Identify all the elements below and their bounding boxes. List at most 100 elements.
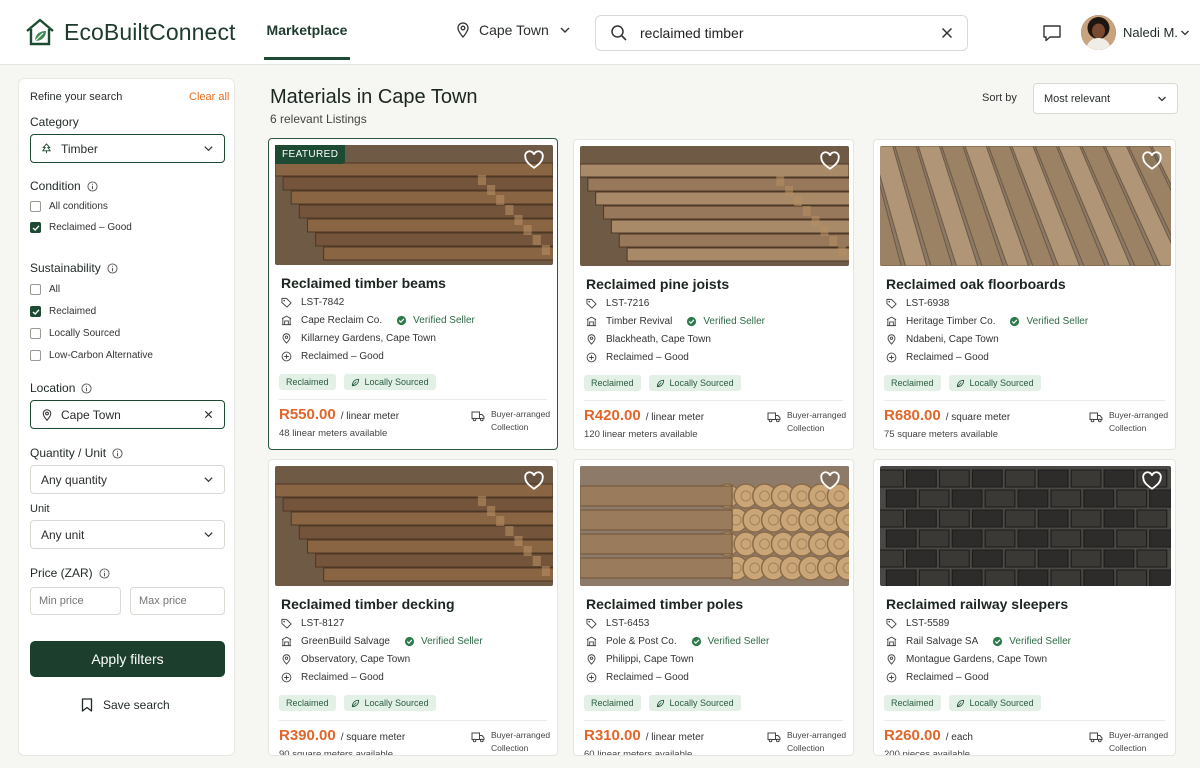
favorite-heart-icon[interactable] xyxy=(819,150,841,172)
checkbox[interactable] xyxy=(30,350,41,361)
checkbox[interactable] xyxy=(30,222,41,233)
condition-option-reclaimed-good[interactable]: Reclaimed – Good xyxy=(30,222,132,233)
listing-price: R680.00 xyxy=(884,407,941,424)
location-label: Location xyxy=(30,381,92,395)
category-select-value: Timber xyxy=(61,141,98,156)
page-title: Materials in Cape Town xyxy=(270,86,478,108)
tag-icon xyxy=(586,618,597,629)
checkbox[interactable] xyxy=(30,201,41,212)
quantity-select[interactable]: Any quantity xyxy=(30,465,225,494)
listing-location: Philippi, Cape Town xyxy=(606,654,694,665)
house-leaf-icon xyxy=(26,18,54,46)
search-input[interactable] xyxy=(640,25,941,41)
clear-location-icon[interactable] xyxy=(203,409,214,420)
verified-label: Verified Seller xyxy=(1026,316,1089,327)
seller-name[interactable]: GreenBuild Salvage xyxy=(301,636,390,647)
listing-card[interactable]: FEATURED Reclaimed timber beams LST-7842 Ca… xyxy=(268,138,558,450)
info-icon[interactable] xyxy=(112,447,123,459)
listing-title[interactable]: Reclaimed pine joists xyxy=(586,276,729,292)
checkbox[interactable] xyxy=(30,284,41,295)
listing-image[interactable] xyxy=(580,146,849,266)
sort-select[interactable]: Most relevant xyxy=(1033,83,1178,114)
seller-name[interactable]: Timber Revival xyxy=(606,316,672,327)
chat-icon[interactable] xyxy=(1042,23,1062,43)
seller-name[interactable]: Rail Salvage SA xyxy=(906,636,978,647)
listing-title[interactable]: Reclaimed timber decking xyxy=(281,596,455,612)
sustainability-option-reclaimed[interactable]: Reclaimed xyxy=(30,306,96,317)
sustainability-option-all[interactable]: All xyxy=(30,284,60,295)
info-icon[interactable] xyxy=(99,567,110,579)
favorite-heart-icon[interactable] xyxy=(1141,150,1163,172)
seller-name[interactable]: Pole & Post Co. xyxy=(606,636,677,647)
apply-filters-button[interactable]: Apply filters xyxy=(30,641,225,677)
listing-card[interactable]: Reclaimed pine joists LST-7216 Timber Revi… xyxy=(573,139,854,450)
divider xyxy=(279,399,547,400)
tag-locally-sourced: Locally Sourced xyxy=(648,375,741,391)
chevron-down-icon xyxy=(204,532,213,538)
favorite-heart-icon[interactable] xyxy=(523,470,545,492)
logo[interactable]: EcoBuiltConnect xyxy=(24,16,236,48)
location-input[interactable]: Cape Town xyxy=(30,400,225,429)
seller-name[interactable]: Cape Reclaim Co. xyxy=(301,315,382,326)
listing-image[interactable] xyxy=(580,466,849,586)
info-icon[interactable] xyxy=(107,262,118,274)
collection-info: Buyer-arranged Collection xyxy=(767,729,846,755)
listing-id: LST-8127 xyxy=(301,618,345,629)
listing-location: Ndabeni, Cape Town xyxy=(906,334,999,345)
max-price-input[interactable] xyxy=(130,587,225,615)
category-select[interactable]: Timber xyxy=(30,134,225,163)
listing-card[interactable]: Reclaimed railway sleepers LST-5589 Rail S… xyxy=(873,459,1176,756)
seller-name[interactable]: Heritage Timber Co. xyxy=(906,316,995,327)
listing-tags: Reclaimed Locally Sourced xyxy=(884,695,1049,711)
listing-card[interactable]: Reclaimed timber poles LST-6453 Pole & Pos… xyxy=(573,459,854,756)
unit-select[interactable]: Any unit xyxy=(30,520,225,549)
avatar[interactable] xyxy=(1081,15,1116,50)
listing-image[interactable] xyxy=(880,146,1171,266)
tab-marketplace[interactable]: Marketplace xyxy=(264,0,350,60)
app-name: EcoBuiltConnect xyxy=(64,18,236,45)
favorite-heart-icon[interactable] xyxy=(523,149,545,171)
store-icon xyxy=(281,636,292,647)
listing-id-row: LST-6453 xyxy=(586,618,649,629)
clear-search-icon[interactable] xyxy=(941,27,953,39)
user-avatar-icon xyxy=(1081,15,1116,50)
condition-option-all[interactable]: All conditions xyxy=(30,201,108,212)
listing-image[interactable] xyxy=(880,466,1171,586)
info-icon[interactable] xyxy=(87,180,98,192)
listing-id-row: LST-7842 xyxy=(281,297,344,308)
verified-badge-icon xyxy=(1010,316,1020,327)
listing-title[interactable]: Reclaimed timber beams xyxy=(281,275,446,291)
min-price-input[interactable] xyxy=(30,587,121,615)
listing-card[interactable]: Reclaimed oak floorboards LST-6938 Heritag… xyxy=(873,139,1176,450)
condition-icon xyxy=(586,672,597,683)
condition-icon xyxy=(281,672,292,683)
collection-line-2: Collection xyxy=(787,743,825,753)
save-search-button[interactable]: Save search xyxy=(81,698,170,712)
listing-title[interactable]: Reclaimed railway sleepers xyxy=(886,596,1068,612)
chevron-down-icon[interactable] xyxy=(1180,28,1190,38)
collection-info: Buyer-arranged Collection xyxy=(471,729,550,755)
sustainability-option-locally-sourced[interactable]: Locally Sourced xyxy=(30,328,120,339)
listing-card[interactable]: Reclaimed timber decking LST-8127 GreenBui… xyxy=(268,459,558,756)
collection-line-2: Collection xyxy=(787,423,825,433)
location-selector[interactable]: Cape Town xyxy=(455,22,571,38)
chevron-down-icon xyxy=(1158,96,1166,101)
listing-title[interactable]: Reclaimed timber poles xyxy=(586,596,743,612)
favorite-heart-icon[interactable] xyxy=(1141,470,1163,492)
verified-badge-icon xyxy=(397,315,407,326)
availability: 120 linear meters available xyxy=(584,429,698,440)
verified-seller-badge: Verified Seller xyxy=(992,636,1071,647)
user-name[interactable]: Naledi M. xyxy=(1123,25,1178,40)
listing-condition: Reclaimed – Good xyxy=(606,352,689,363)
favorite-heart-icon[interactable] xyxy=(819,470,841,492)
sustainability-option-low-carbon[interactable]: Low-Carbon Alternative xyxy=(30,350,153,361)
collection-line-2: Collection xyxy=(491,743,529,753)
info-icon[interactable] xyxy=(81,382,92,394)
listing-price: R420.00 xyxy=(584,407,641,424)
clear-all-link[interactable]: Clear all xyxy=(189,91,229,103)
listing-title[interactable]: Reclaimed oak floorboards xyxy=(886,276,1066,292)
listing-image[interactable] xyxy=(275,466,553,586)
sustainability-label: Sustainability xyxy=(30,261,118,275)
checkbox[interactable] xyxy=(30,306,41,317)
checkbox[interactable] xyxy=(30,328,41,339)
